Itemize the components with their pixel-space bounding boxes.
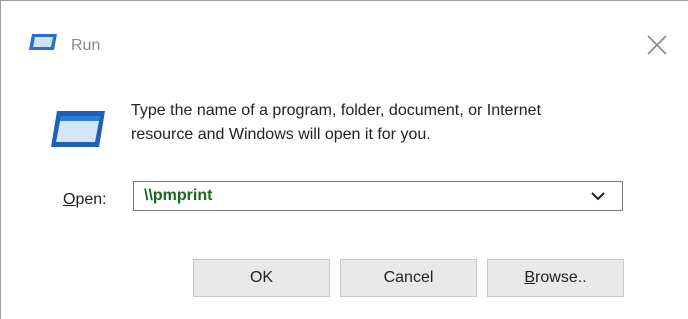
instruction-text: Type the name of a program, folder, docu…	[131, 99, 651, 147]
close-button[interactable]	[635, 27, 679, 63]
open-label-accelerator: O	[63, 191, 76, 208]
open-input[interactable]	[144, 185, 564, 207]
instruction-line-1: Type the name of a program, folder, docu…	[131, 102, 542, 119]
window-title: Run	[71, 37, 101, 54]
run-program-icon	[51, 111, 105, 147]
instruction-line-2: resource and Windows will open it for yo…	[131, 126, 431, 143]
browse-accelerator: B	[524, 269, 536, 286]
open-label: Open:	[63, 191, 107, 209]
browse-label: rowse..	[535, 269, 587, 286]
run-dialog: Run Type the name of a program, folder, …	[0, 0, 688, 319]
cancel-button[interactable]: Cancel	[340, 259, 477, 297]
close-icon	[647, 35, 667, 55]
title-bar: Run	[1, 1, 688, 61]
run-dialog-icon	[29, 34, 57, 50]
ok-button[interactable]: OK	[193, 259, 330, 297]
open-combobox[interactable]	[133, 181, 623, 211]
chevron-down-icon[interactable]	[590, 189, 606, 203]
open-label-text: pen:	[75, 191, 107, 208]
browse-button[interactable]: Browse..	[487, 259, 624, 297]
